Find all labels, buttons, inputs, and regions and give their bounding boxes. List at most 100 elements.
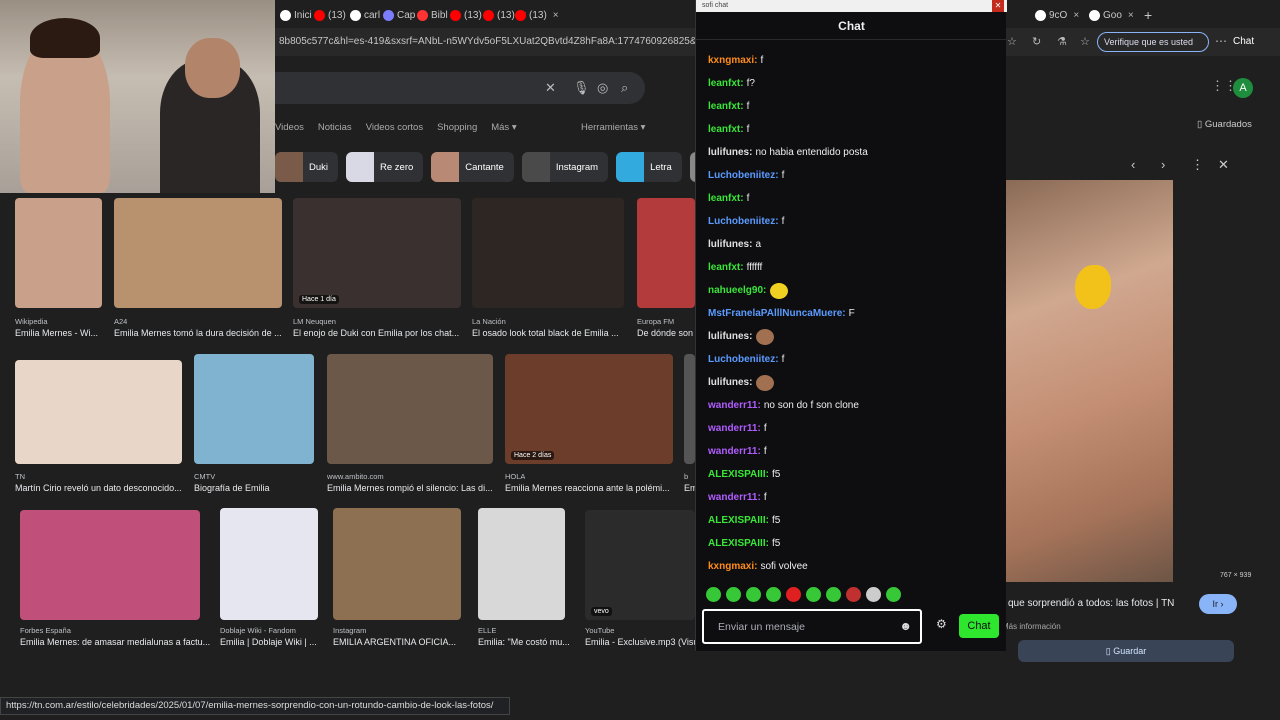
chat-username[interactable]: ALEXISPAIII: xyxy=(708,509,769,532)
close-icon[interactable]: ✕ xyxy=(992,0,1004,12)
chat-username[interactable]: wanderr11: xyxy=(708,440,761,463)
filter-tab[interactable]: Videos cortos xyxy=(366,122,423,133)
more-info-link[interactable]: Más información xyxy=(1002,622,1061,631)
result-title[interactable]: Emilia | Doblaje Wiki | ... xyxy=(220,637,317,647)
chat-username[interactable]: nahueelg90: xyxy=(708,279,766,302)
result-source[interactable]: TN xyxy=(15,472,25,481)
result-source[interactable]: ELLE xyxy=(478,626,496,635)
result-image[interactable] xyxy=(15,360,182,464)
result-title[interactable]: Emilia Mernes reacciona ante la polémi..… xyxy=(505,483,670,493)
result-source[interactable]: LM Neuquen xyxy=(293,317,336,326)
emote-icon[interactable] xyxy=(806,587,821,602)
bookmark-icon[interactable]: ☆ xyxy=(1080,35,1090,48)
chat-username[interactable]: Luchobeniitez: xyxy=(708,210,779,233)
save-button[interactable]: ▯ Guardar xyxy=(1018,640,1234,662)
result-title[interactable]: Biografía de Emilia xyxy=(194,483,270,493)
browser-tab[interactable]: (13) × xyxy=(515,6,559,24)
result-source[interactable]: Wikipedia xyxy=(15,317,48,326)
result-source[interactable]: YouTube xyxy=(585,626,614,635)
chat-username[interactable]: leanfxt: xyxy=(708,72,744,95)
browser-tab[interactable]: 9cO × xyxy=(1035,6,1079,24)
preview-title[interactable]: que sorprendió a todos: las fotos | TN xyxy=(1008,598,1174,609)
chat-username[interactable]: lulifunes: xyxy=(708,141,752,164)
next-icon[interactable]: › xyxy=(1161,157,1165,172)
verify-button[interactable]: Verifique que es usted xyxy=(1097,32,1209,52)
result-title[interactable]: Emilia Mernes rompió el silencio: Las di… xyxy=(327,483,493,493)
result-title[interactable]: Emilia - Exclusive.mp3 (Visua xyxy=(585,637,700,647)
result-title[interactable]: El enojo de Duki con Emilia por los chat… xyxy=(293,328,459,338)
result-image[interactable] xyxy=(637,198,695,308)
emote-icon[interactable] xyxy=(746,587,761,602)
chat-username[interactable]: MstFranelaPAlllNuncaMuere: xyxy=(708,302,846,325)
extension-icon[interactable]: ⚗ xyxy=(1057,35,1067,48)
result-source[interactable]: Europa FM xyxy=(637,317,674,326)
tools-button[interactable]: Herramientas ▾ xyxy=(581,122,645,133)
result-source[interactable]: CMTV xyxy=(194,472,215,481)
url-text[interactable]: 8b805c577c&hl=es-419&sxsrf=ANbL-n5WYdv5o… xyxy=(279,36,734,47)
related-chip[interactable]: Re zero xyxy=(346,152,424,182)
result-source[interactable]: A24 xyxy=(114,317,127,326)
chat-username[interactable]: Luchobeniitez: xyxy=(708,348,779,371)
result-image[interactable] xyxy=(684,354,695,464)
result-image[interactable] xyxy=(20,510,200,620)
result-title[interactable]: El osado look total black de Emilia ... xyxy=(472,328,619,338)
chat-username[interactable]: wanderr11: xyxy=(708,417,761,440)
tab-close-icon[interactable]: × xyxy=(1128,10,1134,21)
result-source[interactable]: Forbes España xyxy=(20,626,71,635)
filter-tab[interactable]: Noticias xyxy=(318,122,352,133)
result-title[interactable]: Emilia Mernes: de amasar medialunas a fa… xyxy=(20,637,210,647)
result-image[interactable] xyxy=(15,198,102,308)
emote-icon[interactable] xyxy=(846,587,861,602)
result-image[interactable]: Hace 2 días xyxy=(505,354,673,464)
emote-icon[interactable] xyxy=(866,587,881,602)
menu-icon[interactable]: ⋯ xyxy=(1215,34,1227,48)
clear-icon[interactable]: ✕ xyxy=(545,80,556,96)
emote-icon[interactable] xyxy=(886,587,901,602)
gear-icon[interactable]: ⚙ xyxy=(936,617,947,631)
result-title[interactable]: Martín Cirio reveló un dato desconocido.… xyxy=(15,483,182,493)
chat-username[interactable]: ALEXISPAIII: xyxy=(708,463,769,486)
browser-tab[interactable]: Goo × xyxy=(1089,6,1134,24)
chat-username[interactable]: kxngmaxi: xyxy=(708,49,757,72)
chat-username[interactable]: lulifunes: xyxy=(708,233,752,256)
result-image[interactable] xyxy=(472,198,624,308)
chat-username[interactable]: Luchobeniitez: xyxy=(708,164,779,187)
emote-icon[interactable] xyxy=(706,587,721,602)
prev-icon[interactable]: ‹ xyxy=(1131,157,1135,172)
preview-image[interactable] xyxy=(1005,180,1173,582)
chat-username[interactable]: wanderr11: xyxy=(708,394,761,417)
result-image[interactable]: vevo xyxy=(585,510,695,620)
new-tab-icon[interactable]: + xyxy=(1144,6,1152,24)
chat-username[interactable]: leanfxt: xyxy=(708,187,744,210)
chat-username[interactable]: kxngmaxi: xyxy=(708,555,757,578)
result-source[interactable]: Doblaje Wiki - Fandom xyxy=(220,626,296,635)
result-image[interactable] xyxy=(114,198,282,308)
chat-username[interactable]: lulifunes: xyxy=(708,325,752,348)
star-icon[interactable]: ☆ xyxy=(1007,35,1017,48)
chat-username[interactable]: lulifunes: xyxy=(708,371,752,394)
result-image[interactable] xyxy=(220,508,318,620)
result-title[interactable]: De dónde son xyxy=(637,328,693,338)
result-title[interactable]: Emilia Mernes tomó la dura decisión de .… xyxy=(114,328,282,338)
chat-username[interactable]: leanfxt: xyxy=(708,95,744,118)
tab-close-icon[interactable]: × xyxy=(1073,10,1079,21)
result-title[interactable]: Emilia Mernes - Wi... xyxy=(15,328,98,338)
filter-tab[interactable]: Shopping xyxy=(437,122,477,133)
search-icon[interactable]: ⌕ xyxy=(621,80,628,96)
result-source[interactable]: b xyxy=(684,472,688,481)
emoji-icon[interactable]: ☻ xyxy=(899,619,912,633)
emote-icon[interactable] xyxy=(826,587,841,602)
result-image[interactable] xyxy=(327,354,493,464)
chat-username[interactable]: leanfxt: xyxy=(708,256,744,279)
search-box[interactable]: ✕ 🎙 ◎ ⌕ xyxy=(275,72,645,104)
filter-tab[interactable]: Más ▾ xyxy=(491,122,516,133)
lens-icon[interactable]: ◎ xyxy=(597,80,608,96)
chat-username[interactable]: wanderr11: xyxy=(708,486,761,509)
mic-icon[interactable]: 🎙 xyxy=(573,80,590,96)
avatar[interactable]: A xyxy=(1233,78,1253,98)
chat-username[interactable]: leanfxt: xyxy=(708,118,744,141)
emote-icon[interactable] xyxy=(786,587,801,602)
close-icon[interactable]: ✕ xyxy=(1218,157,1229,173)
go-button[interactable]: Ir › xyxy=(1199,594,1237,614)
more-icon[interactable]: ⋮ xyxy=(1191,157,1204,173)
